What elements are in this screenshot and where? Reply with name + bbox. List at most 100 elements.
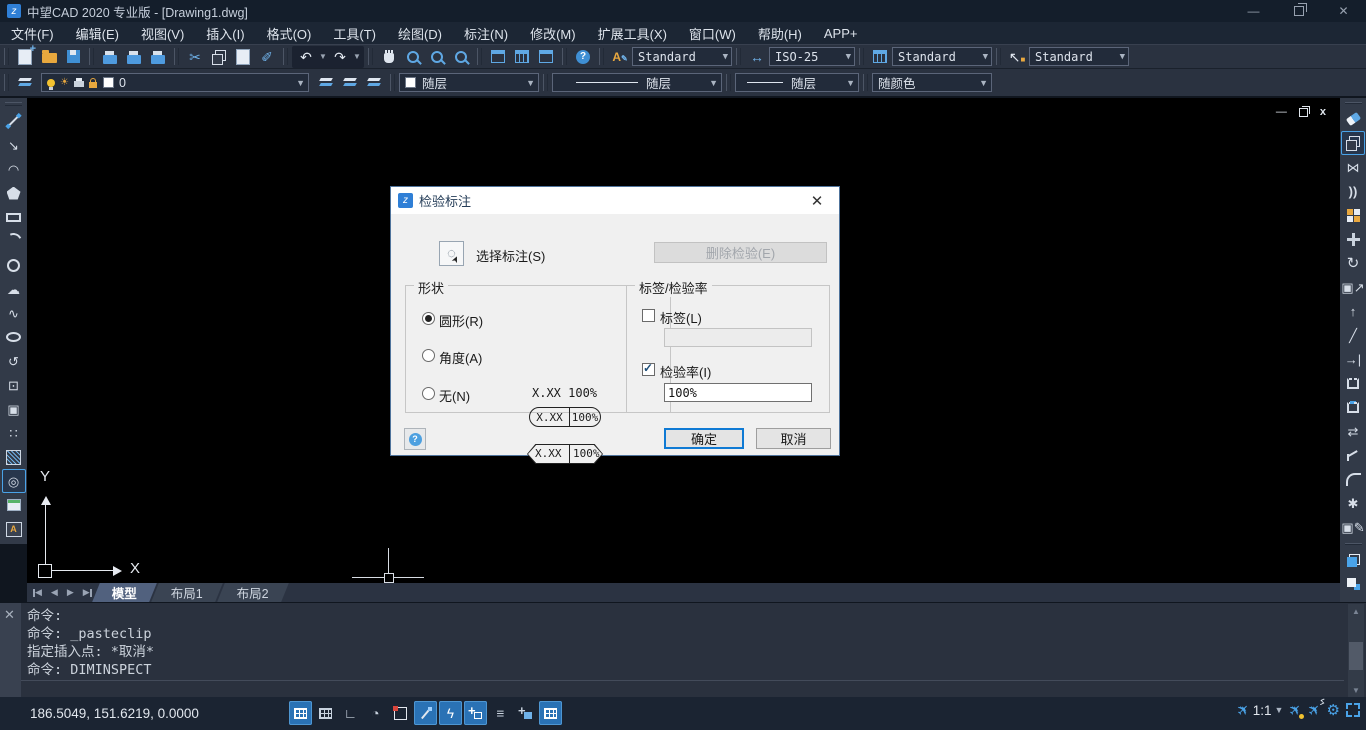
menu-file[interactable]: 文件(F) — [0, 22, 65, 44]
insert-block-button[interactable]: ⊡ — [2, 373, 26, 397]
lineweight-toggle[interactable]: ≡ — [489, 701, 512, 725]
auto-annotation-toggle[interactable]: ✈ — [1308, 701, 1321, 719]
tab-model[interactable]: 模型 — [96, 583, 153, 602]
pan-button[interactable] — [377, 46, 401, 68]
save-button[interactable] — [61, 46, 85, 68]
cancel-button[interactable]: 取消 — [756, 428, 831, 449]
draw-ellipse-button[interactable] — [2, 325, 26, 349]
first-tab-button[interactable]: ◀ — [33, 587, 42, 598]
menu-edit[interactable]: 编辑(E) — [65, 22, 130, 44]
layer-states-button[interactable] — [314, 72, 338, 94]
tool-palettes-button[interactable] — [534, 46, 558, 68]
design-center-button[interactable] — [510, 46, 534, 68]
table-style-icon-button[interactable] — [868, 46, 892, 68]
join-button[interactable]: ⇄ — [1341, 419, 1365, 443]
shape-round-label[interactable]: 圆形(R) — [439, 311, 483, 330]
trim-button[interactable]: ╱ — [1341, 323, 1365, 347]
draw-revcloud-button[interactable]: ☁ — [2, 277, 26, 301]
draw-ray-button[interactable]: ↘ — [2, 133, 26, 157]
open-button[interactable] — [37, 46, 61, 68]
dialog-close-button[interactable]: ✕ — [802, 192, 832, 210]
chamfer-button[interactable] — [1341, 443, 1365, 467]
zoom-previous-button[interactable] — [449, 46, 473, 68]
polar-toggle[interactable]: ◔ — [364, 701, 387, 725]
dynamic-input-toggle[interactable] — [464, 701, 487, 725]
rate-checkbox-label[interactable]: 检验率(I) — [660, 362, 711, 381]
color-combo[interactable]: 随层 ▼ — [399, 73, 539, 92]
command-panel-grip[interactable]: ✕ — [0, 603, 21, 697]
send-to-back-button[interactable] — [1341, 572, 1365, 596]
menu-express[interactable]: 扩展工具(X) — [587, 22, 678, 44]
doc-close-button[interactable]: x — [1320, 106, 1326, 118]
scroll-up-icon[interactable]: ▲ — [1348, 604, 1364, 618]
print-preview-button[interactable] — [122, 46, 146, 68]
draw-ellipse-arc-button[interactable]: ↺ — [2, 349, 26, 373]
erase-button[interactable] — [1341, 107, 1365, 131]
label-checkbox[interactable] — [642, 309, 655, 322]
text-style-icon-button[interactable]: A✎ — [608, 46, 632, 68]
label-checkbox-label[interactable]: 标签(L) — [660, 308, 702, 327]
break-button[interactable] — [1341, 395, 1365, 419]
new-button[interactable] — [13, 46, 37, 68]
menu-view[interactable]: 视图(V) — [130, 22, 195, 44]
fillet-button[interactable] — [1341, 467, 1365, 491]
match-properties-button[interactable]: ✐ — [255, 46, 279, 68]
print-button[interactable] — [98, 46, 122, 68]
snap-toggle[interactable] — [314, 701, 337, 725]
prev-tab-button[interactable]: ◀ — [51, 587, 58, 598]
rate-input[interactable] — [664, 383, 812, 402]
menu-insert[interactable]: 插入(I) — [195, 22, 255, 44]
grid-toggle[interactable] — [289, 701, 312, 725]
scale-button[interactable]: ▣↗ — [1341, 275, 1365, 299]
annotation-visibility-toggle[interactable]: ✈ — [1289, 701, 1302, 719]
fullscreen-button[interactable] — [1346, 703, 1360, 717]
plot-style-combo[interactable]: 随颜色 ▼ — [872, 73, 992, 92]
layer-previous-button[interactable] — [362, 72, 386, 94]
menu-app-plus[interactable]: APP+ — [813, 22, 869, 44]
copy-clip-button[interactable] — [207, 46, 231, 68]
properties-palette-button[interactable] — [486, 46, 510, 68]
paste-button[interactable] — [231, 46, 255, 68]
table-button[interactable] — [2, 493, 26, 517]
tab-layout2[interactable]: 布局2 — [221, 583, 285, 602]
annotation-monitor-toggle[interactable] — [539, 701, 562, 725]
draw-rectangle-button[interactable] — [2, 205, 26, 229]
draw-polygon-button[interactable] — [2, 181, 26, 205]
minimize-button[interactable]: — — [1231, 0, 1276, 22]
copy-button[interactable] — [1341, 131, 1365, 155]
move-button[interactable] — [1341, 227, 1365, 251]
draw-arc-button[interactable] — [2, 229, 26, 253]
menu-modify[interactable]: 修改(M) — [519, 22, 587, 44]
ok-button[interactable]: 确定 — [664, 428, 744, 449]
cut-button[interactable]: ✂ — [183, 46, 207, 68]
draw-polyline-button[interactable]: ◠ — [2, 157, 26, 181]
shape-angular-radio[interactable] — [422, 349, 435, 362]
scrollbar-thumb[interactable] — [1349, 642, 1363, 670]
dim-style-icon-button[interactable]: ↔ — [745, 46, 769, 68]
edit-polyline-button[interactable]: ▣✎ — [1341, 515, 1365, 539]
tab-layout1[interactable]: 布局1 — [155, 583, 219, 602]
offset-button[interactable]: )) — [1341, 179, 1365, 203]
menu-help[interactable]: 帮助(H) — [747, 22, 813, 44]
plot-button[interactable] — [146, 46, 170, 68]
shape-none-radio[interactable] — [422, 387, 435, 400]
shape-angular-label[interactable]: 角度(A) — [439, 348, 482, 367]
bring-to-front-button[interactable] — [1341, 548, 1365, 572]
draw-circle-button[interactable] — [2, 253, 26, 277]
layers-manager-button[interactable] — [13, 72, 37, 94]
layer-combo[interactable]: ☀ 0 ▼ — [41, 73, 309, 92]
annotation-scale-control[interactable]: ✈ 1:1 ▼ — [1237, 701, 1283, 719]
undo-button[interactable]: ↶ — [294, 46, 318, 68]
stretch-button[interactable]: ↑ — [1341, 299, 1365, 323]
zoom-window-button[interactable] — [425, 46, 449, 68]
extend-button[interactable]: →| — [1341, 347, 1365, 371]
text-style-combo[interactable]: Standard ▼ — [632, 47, 732, 66]
make-object-layer-current-button[interactable] — [338, 72, 362, 94]
doc-minimize-button[interactable]: — — [1276, 106, 1287, 118]
otrack-toggle[interactable]: ϟ — [439, 701, 462, 725]
last-tab-button[interactable]: ▶ — [83, 587, 92, 598]
redo-dropdown[interactable]: ▼ — [352, 46, 362, 68]
array-button[interactable] — [1341, 203, 1365, 227]
rotate-button[interactable]: ↻ — [1341, 251, 1365, 275]
draw-point-button[interactable]: ∷ — [2, 421, 26, 445]
